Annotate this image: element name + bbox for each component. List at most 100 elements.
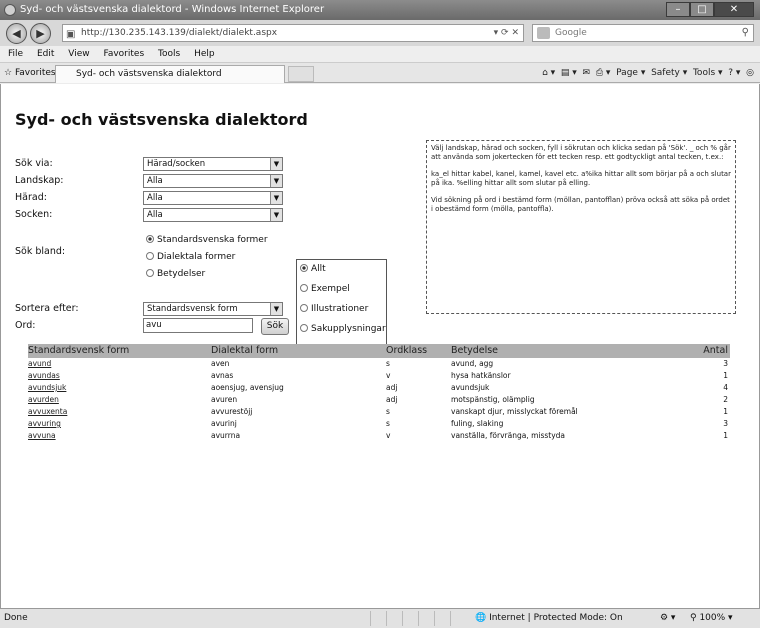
cell-ordklass: v <box>386 371 391 380</box>
cell-betydelse: vanställa, förvränga, misstyda <box>451 431 566 440</box>
back-icon[interactable]: ◀ <box>6 23 27 44</box>
select-landskap[interactable]: Alla ▼ <box>143 174 283 188</box>
chevron-down-icon[interactable]: ▼ <box>270 192 282 204</box>
cell-betydelse: motspänstig, olämplig <box>451 395 535 404</box>
tools-menu[interactable]: Tools <box>693 68 715 78</box>
header-dialektal[interactable]: Dialektal form <box>211 344 278 358</box>
radio-label: Standardsvenska former <box>157 235 268 245</box>
cell-dialektal: aoensjug, avensjug <box>211 383 284 392</box>
zoom-level: 100% <box>699 613 726 623</box>
close-button[interactable]: ✕ <box>714 2 754 17</box>
feeds-icon[interactable]: ▤ ▾ <box>561 68 577 78</box>
radio-exempel[interactable]: Exempel <box>300 284 350 294</box>
cell-dialektal: avuren <box>211 395 238 404</box>
cell-ordklass: s <box>386 359 390 368</box>
window-title: Syd- och västsvenska dialektord - Window… <box>20 4 325 15</box>
cell-antal: 1 <box>723 407 728 416</box>
select-socken[interactable]: Alla ▼ <box>143 208 283 222</box>
cell-standardsvensk[interactable]: avundas <box>28 370 60 382</box>
header-betydelse[interactable]: Betydelse <box>451 344 498 358</box>
ie-icon <box>4 4 16 16</box>
chevron-down-icon[interactable]: ▼ <box>270 175 282 187</box>
ord-input[interactable]: avu <box>143 318 253 333</box>
forward-icon[interactable]: ▶ <box>30 23 51 44</box>
zoom-control[interactable]: ⚲ 100% ▾ <box>690 609 733 628</box>
select-socken-value: Alla <box>147 210 163 220</box>
table-row: avvuring avurinj s fuling, slaking 3 <box>28 418 730 430</box>
search-icon[interactable]: ⚲ <box>742 25 749 41</box>
select-harad[interactable]: Alla ▼ <box>143 191 283 205</box>
radio-label: Exempel <box>311 284 350 294</box>
cell-standardsvensk[interactable]: avund <box>28 358 51 370</box>
select-sortera-value: Standardsvensk form <box>147 304 238 314</box>
select-sok-via[interactable]: Härad/socken ▼ <box>143 157 283 171</box>
label-socken: Socken: <box>15 209 53 220</box>
status-segment <box>402 611 416 626</box>
menu-file[interactable]: File <box>8 49 23 59</box>
header-antal[interactable]: Antal <box>703 344 728 358</box>
address-url: http://130.235.143.139/dialekt/dialekt.a… <box>81 28 278 38</box>
header-ordklass[interactable]: Ordklass <box>386 344 427 358</box>
cell-antal: 1 <box>723 371 728 380</box>
tab-active[interactable]: Syd- och västsvenska dialektord <box>55 65 285 83</box>
cell-standardsvensk[interactable]: avvuxenta <box>28 406 67 418</box>
help-icon[interactable]: ? ▾ <box>728 68 740 78</box>
protected-mode-icon[interactable]: ⚙ ▾ <box>660 609 675 628</box>
research-icon[interactable]: ◎ <box>746 68 754 78</box>
print-icon[interactable]: ⎙ ▾ <box>596 68 611 78</box>
radio-allt[interactable]: Allt <box>300 264 326 274</box>
menu-edit[interactable]: Edit <box>37 49 54 59</box>
header-standardsvensk[interactable]: Standardsvensk form <box>28 344 129 358</box>
radio-illustrationer[interactable]: Illustrationer <box>300 304 368 314</box>
status-segment <box>434 611 448 626</box>
cell-standardsvensk[interactable]: avvuna <box>28 430 56 442</box>
menu-tools[interactable]: Tools <box>158 49 180 59</box>
favorites-button[interactable]: ☆ Favorites <box>4 63 56 83</box>
table-row: avund aven s avund, agg 3 <box>28 358 730 370</box>
search-button[interactable]: Sök <box>261 318 289 335</box>
new-tab-button[interactable] <box>288 66 314 82</box>
radio-label: Sakupplysningar <box>311 324 386 334</box>
maximize-button[interactable]: □ <box>690 2 714 17</box>
radio-standardsvenska[interactable]: Standardsvenska former <box>146 235 268 245</box>
cell-dialektal: avurrna <box>211 431 241 440</box>
table-row: avundas avnas v hysa hatkänslor 1 <box>28 370 730 382</box>
menu-favorites[interactable]: Favorites <box>103 49 144 59</box>
radio-betydelser[interactable]: Betydelser <box>146 269 205 279</box>
favorites-label: Favorites <box>14 68 56 78</box>
refresh-stop-icons[interactable]: ▾ ⟳ ✕ <box>494 25 519 41</box>
select-sortera[interactable]: Standardsvensk form ▼ <box>143 302 283 316</box>
safety-menu[interactable]: Safety <box>651 68 680 78</box>
chevron-down-icon[interactable]: ▼ <box>270 209 282 221</box>
security-zone[interactable]: 🌐 Internet | Protected Mode: On <box>475 609 623 628</box>
radio-label: Dialektala former <box>157 252 236 262</box>
chevron-down-icon[interactable]: ▼ <box>270 303 282 315</box>
page-title: Syd- och västsvenska dialektord <box>15 110 308 129</box>
page-icon: ▣ <box>66 29 76 40</box>
search-box[interactable]: Google ⚲ <box>532 24 754 42</box>
cell-ordklass: s <box>386 407 390 416</box>
address-row: ◀ ▶ ▣ http://130.235.143.139/dialekt/dia… <box>0 20 760 46</box>
status-segment <box>386 611 400 626</box>
mail-icon[interactable]: ✉ <box>583 68 591 78</box>
address-bar[interactable]: ▣ http://130.235.143.139/dialekt/dialekt… <box>62 24 524 42</box>
cell-betydelse: avund, agg <box>451 359 494 368</box>
cell-antal: 1 <box>723 431 728 440</box>
radio-sakupplysningar[interactable]: Sakupplysningar <box>300 324 386 334</box>
radio-dialektala[interactable]: Dialektala former <box>146 252 235 262</box>
cell-dialektal: avnas <box>211 371 234 380</box>
cell-standardsvensk[interactable]: avvuring <box>28 418 61 430</box>
cell-standardsvensk[interactable]: avurden <box>28 394 59 406</box>
home-icon[interactable]: ⌂ ▾ <box>542 68 555 78</box>
menu-view[interactable]: View <box>68 49 89 59</box>
page-menu[interactable]: Page <box>616 68 638 78</box>
cell-betydelse: vanskapt djur, misslyckat föremål <box>451 407 578 416</box>
cell-standardsvensk[interactable]: avundsjuk <box>28 382 66 394</box>
chevron-down-icon[interactable]: ▼ <box>270 158 282 170</box>
search-placeholder: Google <box>555 28 587 38</box>
results-table: Standardsvensk form Dialektal form Ordkl… <box>28 344 730 442</box>
cell-dialektal: aven <box>211 359 230 368</box>
minimize-button[interactable]: – <box>666 2 690 17</box>
menu-help[interactable]: Help <box>194 49 215 59</box>
cell-antal: 3 <box>723 359 728 368</box>
